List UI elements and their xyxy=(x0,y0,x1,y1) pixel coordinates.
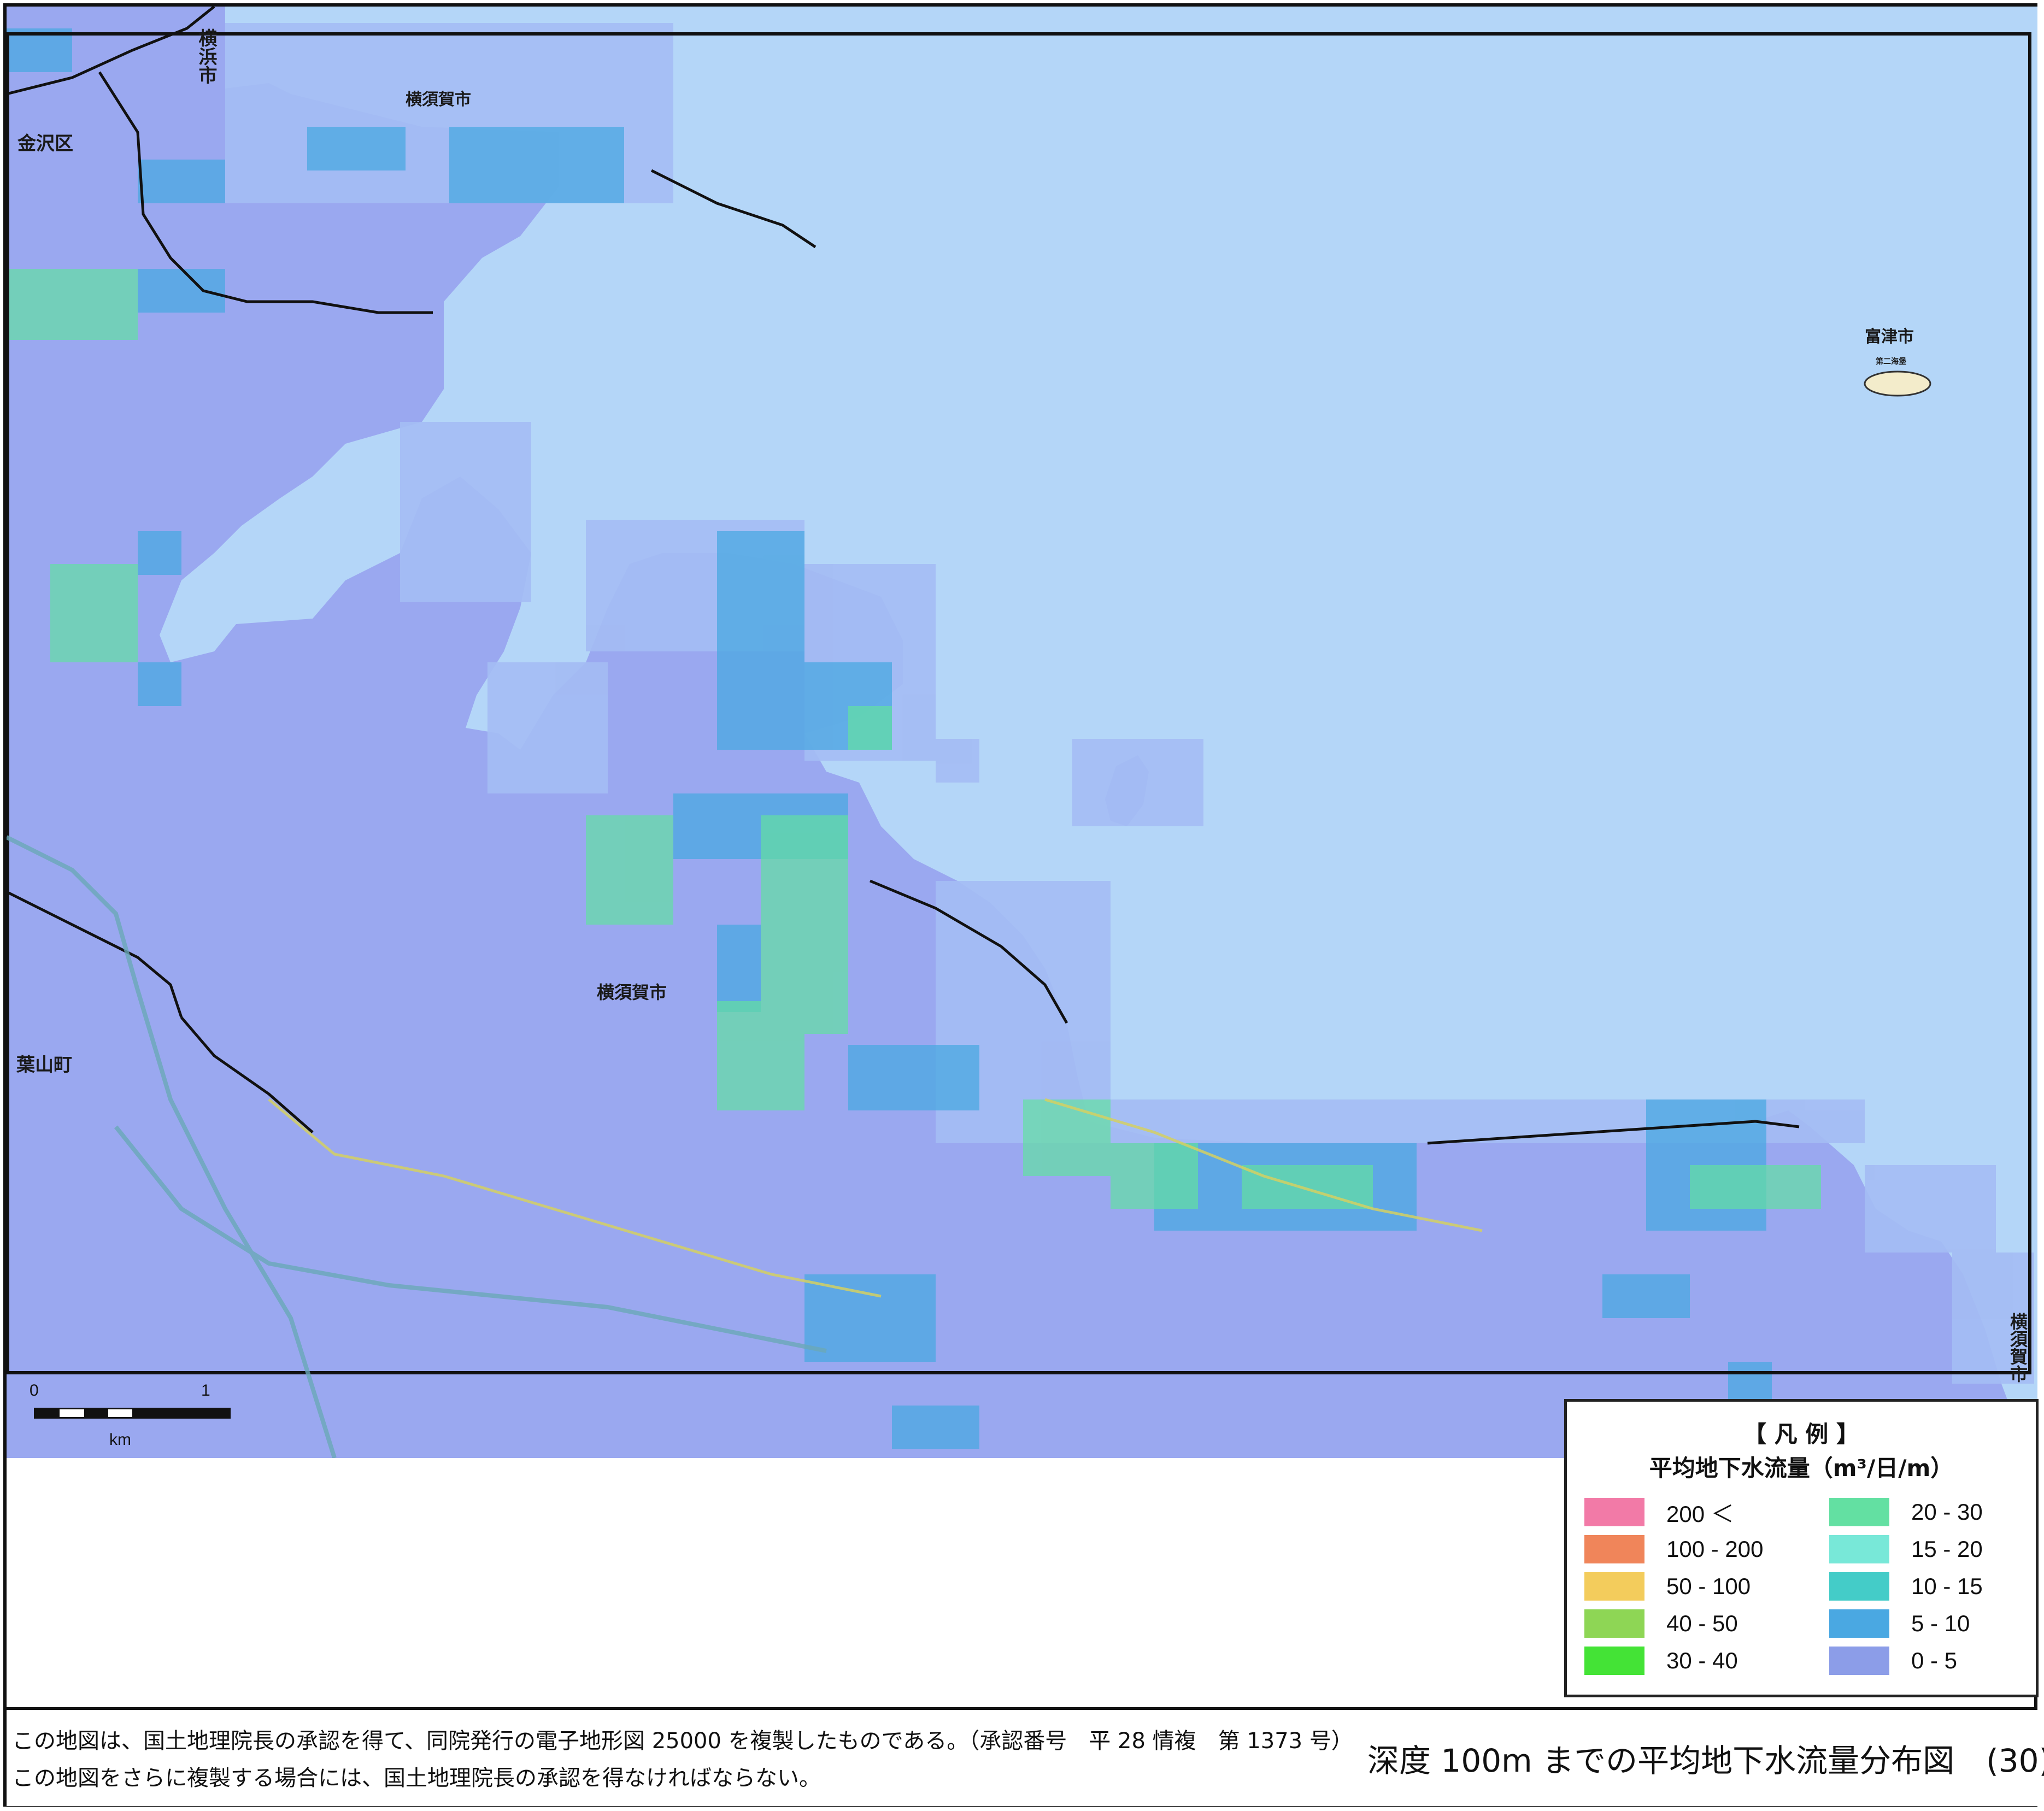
legend-subtitle: 平均地下水流量（m³/日/m） xyxy=(1649,1455,1954,1481)
legend-swatch xyxy=(1584,1647,1644,1675)
label-yokosuka-top: 横須賀市 xyxy=(406,90,471,109)
legend-column-right: 20 - 30 15 - 20 10 - 15 5 - 10 0 - 5 xyxy=(1829,1494,1983,1679)
legend-swatch xyxy=(1829,1647,1889,1675)
legend-item: 0 - 5 xyxy=(1829,1642,1983,1679)
legend-title: 【 凡 例 】 xyxy=(1743,1421,1859,1448)
scale-one: 1 xyxy=(201,1381,210,1400)
scale-unit: km xyxy=(109,1431,131,1449)
legend-swatch xyxy=(1584,1609,1644,1638)
footer: この地図は、国土地理院長の承認を得て、同院発行の電子地形図 25000 を複製し… xyxy=(7,1707,2044,1806)
legend-swatch xyxy=(1584,1535,1644,1563)
legend-swatch xyxy=(1584,1572,1644,1601)
scale-zero: 0 xyxy=(30,1381,39,1400)
legend-item: 30 - 40 xyxy=(1584,1642,1763,1679)
scale-bar-graphic xyxy=(34,1408,231,1419)
legend-item: 50 - 100 xyxy=(1584,1568,1763,1605)
reproduction-note: この地図をさらに複製する場合には、国土地理院長の承認を得なければならない。 xyxy=(12,1766,821,1791)
legend-swatch xyxy=(1829,1535,1889,1563)
legend-swatch xyxy=(1829,1572,1889,1601)
legend-item: 40 - 50 xyxy=(1584,1605,1763,1642)
label-kanazawa: 金沢区 xyxy=(17,133,73,155)
scale-bar: 0 1 km xyxy=(22,1377,231,1459)
legend-item: 5 - 10 xyxy=(1829,1605,1983,1642)
label-yokohama: 横浜市 xyxy=(195,28,217,84)
label-yokosuka-right: 横須賀市 xyxy=(2007,1313,2028,1383)
legend-item: 20 - 30 xyxy=(1829,1494,1983,1531)
legend-column-left: 200 ＜ 100 - 200 50 - 100 40 - 50 30 - 40 xyxy=(1584,1494,1763,1679)
legend-swatch xyxy=(1584,1498,1644,1526)
label-yokosuka-center: 横須賀市 xyxy=(597,982,667,1003)
map-caption: 深度 100m までの平均地下水流量分布図 (30) xyxy=(1367,1742,2044,1779)
legend-item: 15 - 20 xyxy=(1829,1531,1983,1568)
label-futtsu: 富津市 xyxy=(1865,327,1914,346)
label-daini-kaiho: 第二海堡 xyxy=(1876,357,1906,366)
legend-item: 100 - 200 xyxy=(1584,1531,1763,1568)
groundwater-flow-map[interactable]: 横浜市 金沢区 横須賀市 横須賀市 葉山町 富津市 第二海堡 横須賀市 xyxy=(7,7,2037,1458)
legend-swatch xyxy=(1829,1498,1889,1526)
copyright-note: この地図は、国土地理院長の承認を得て、同院発行の電子地形図 25000 を複製し… xyxy=(12,1728,1353,1754)
legend-swatch xyxy=(1829,1609,1889,1638)
daini-kaiho-island xyxy=(1864,371,1931,397)
legend-item: 200 ＜ xyxy=(1584,1494,1763,1531)
label-hayama: 葉山町 xyxy=(16,1054,72,1076)
legend: 【 凡 例 】 平均地下水流量（m³/日/m） 200 ＜ 100 - 200 … xyxy=(1564,1399,2039,1697)
legend-item: 10 - 15 xyxy=(1829,1568,1983,1605)
